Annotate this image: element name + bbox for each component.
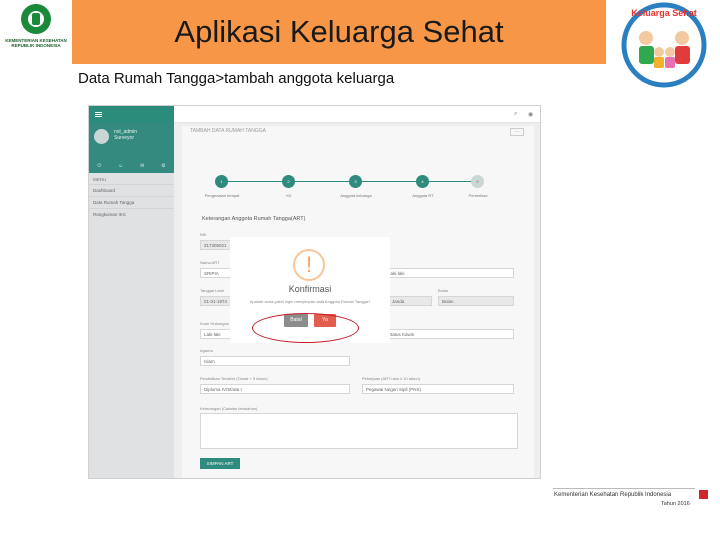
step-5-label: Pemeriksa: [468, 193, 488, 198]
bulan-field[interactable]: Bulan: [438, 296, 514, 306]
menu-icon[interactable]: [95, 112, 102, 117]
footer-ministry: Kementerian Kesehatan Republik Indonesia: [554, 492, 672, 498]
step-1-label: Pengenalan tempat: [204, 193, 240, 198]
user-role: Surveyor: [114, 135, 135, 141]
pekerjaan-label: Pekerjaan (ART usia ≥ 10 tahun): [362, 376, 421, 381]
breadcrumb: Data Rumah Tangga>tambah anggota keluarg…: [78, 70, 395, 87]
app-screenshot: nol_admin Surveyor ⏻ ☺ ✉ ⚙ MENU Dashboar…: [88, 105, 541, 479]
user-actions: ⏻ ☺ ✉ ⚙: [89, 159, 174, 173]
step-1[interactable]: 1: [215, 175, 228, 188]
step-5[interactable]: 5: [471, 175, 484, 188]
save-button[interactable]: SIMPAN ART: [200, 458, 240, 469]
bulan-label: Bulan: [438, 288, 449, 293]
footer-divider: [553, 488, 695, 489]
highlight-ring: [252, 313, 359, 343]
status-kawin-select[interactable]: Status Kawin: [384, 329, 514, 339]
keterangan-textarea[interactable]: [200, 413, 518, 449]
panel-title: TAMBAH DATA RUMAH TANGGA: [190, 128, 266, 134]
warning-icon: !: [293, 249, 325, 281]
footer-year: Tahun 2016: [661, 501, 690, 507]
status-field[interactable]: Janda: [388, 296, 432, 306]
pendidikan-label: Pendidikan Terakhir (Tamat + 5 tahun): [200, 376, 268, 381]
dialog-title: Konfirmasi: [288, 284, 332, 294]
sidebar-top: [89, 106, 174, 123]
header-bar: Aplikasi Keluarga Sehat: [72, 0, 606, 64]
section-title: Keterangan Anggota Rumah Tangga(ART): [202, 216, 306, 222]
step-3[interactable]: 3: [349, 175, 362, 188]
sidebar-item-data-rumah-tangga[interactable]: Data Rumah Tangga: [89, 196, 174, 208]
pendidikan-select[interactable]: Diploma IV/Strata I: [200, 384, 350, 394]
pekerjaan-select[interactable]: Pegawai Negeri Sipil (PNS): [362, 384, 514, 394]
nik-label: NIK: [200, 232, 207, 237]
search-icon[interactable]: ⌕: [514, 111, 517, 118]
mail-icon[interactable]: ✉: [140, 163, 144, 169]
panel-menu-button[interactable]: ···: [510, 128, 524, 136]
kode-label: Kode Hubungan: [200, 321, 229, 326]
menu-heading: MENU: [93, 177, 107, 182]
step-3-label: Anggota keluarga: [340, 193, 372, 198]
step-4[interactable]: 4: [416, 175, 429, 188]
step-2[interactable]: 2: [282, 175, 295, 188]
agama-label: Agama: [200, 348, 213, 353]
nama-label: Nama ART: [200, 260, 220, 265]
ministry-mark-icon: [699, 490, 708, 499]
avatar: [94, 129, 109, 144]
sidebar: nol_admin Surveyor ⏻ ☺ ✉ ⚙ MENU Dashboar…: [89, 106, 174, 478]
gear-icon[interactable]: ⚙: [161, 163, 165, 169]
ministry-logo: KEMENTERIAN KESEHATAN REPUBLIK INDONESIA: [0, 0, 72, 64]
tanggal-lahir-label: Tanggal Lahir: [200, 288, 225, 293]
agama-select[interactable]: Islam: [200, 356, 350, 366]
ministry-logo-caption: KEMENTERIAN KESEHATAN REPUBLIK INDONESIA: [5, 38, 67, 48]
top-bar: ⌕ ◉: [174, 106, 540, 123]
bakti-husada-emblem-icon: [21, 4, 51, 34]
logo-text: Keluarga Sehat: [631, 8, 697, 18]
settings-icon[interactable]: ◉: [528, 111, 533, 118]
sidebar-item-rangkuman-iks[interactable]: Rangkuman IKS: [89, 208, 174, 220]
step-4-label: Anggota RT: [412, 193, 434, 198]
keluarga-sehat-logo: Keluarga Sehat: [621, 2, 707, 88]
power-icon[interactable]: ⏻: [97, 163, 101, 169]
slide-title: Aplikasi Keluarga Sehat: [174, 14, 504, 49]
sidebar-item-dashboard[interactable]: Dashboard: [89, 184, 174, 196]
person-icon[interactable]: ☺: [118, 163, 123, 169]
step-2-label: KK: [286, 193, 292, 198]
dialog-message: Apakah anda yakin ingin menyimpan data A…: [249, 299, 371, 304]
hubungan-select[interactable]: Laki-laki: [384, 268, 514, 278]
slide: KEMENTERIAN KESEHATAN REPUBLIK INDONESIA…: [0, 0, 720, 540]
keterangan-label: Keterangan (Catatan tambahan): [200, 406, 258, 411]
